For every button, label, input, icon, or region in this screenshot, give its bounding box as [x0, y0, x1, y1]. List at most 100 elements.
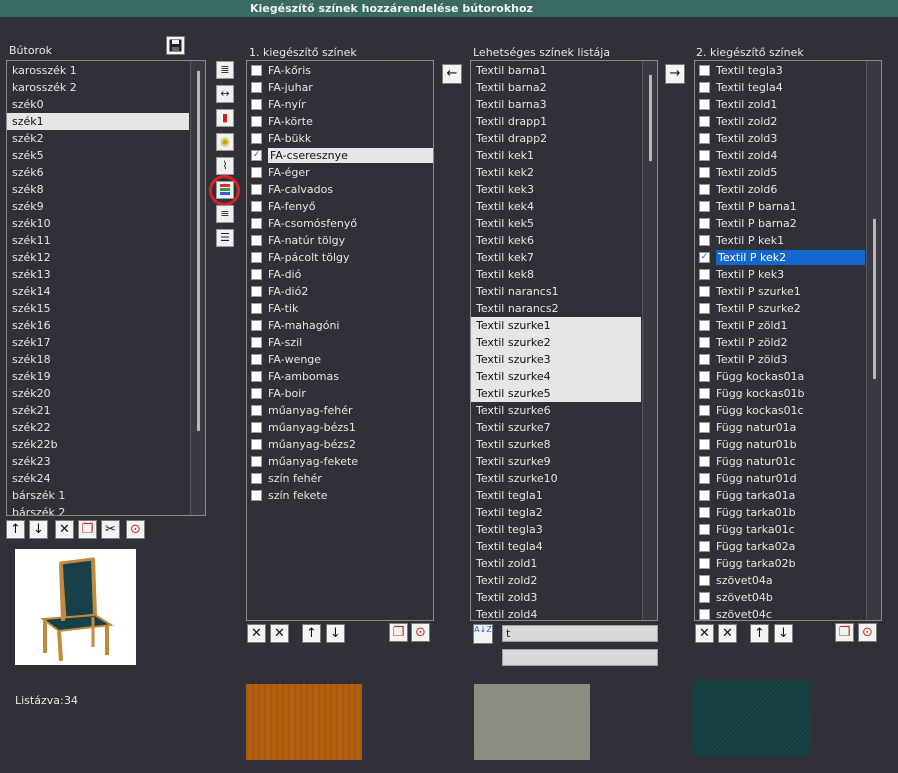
available-list-item[interactable]: Textil zold1	[471, 555, 641, 572]
list2-item[interactable]: Textil tegla3	[695, 62, 865, 79]
scroll-thumb[interactable]	[649, 75, 652, 161]
checkbox[interactable]	[251, 439, 262, 450]
checkbox[interactable]	[699, 184, 710, 195]
available-list-item[interactable]: Textil szurke5	[471, 385, 641, 402]
available-list-item[interactable]: Textil barna1	[471, 62, 641, 79]
furniture-list-item[interactable]: szék9	[7, 198, 189, 215]
furniture-list-item[interactable]: szék1	[7, 113, 189, 130]
furniture-list-item[interactable]: karosszék 1	[7, 62, 189, 79]
checkbox[interactable]	[251, 490, 262, 501]
available-list-item[interactable]: Textil zold2	[471, 572, 641, 589]
list1-item[interactable]: FA-wenge	[247, 351, 433, 368]
list1-item[interactable]: műanyag-bézs1	[247, 419, 433, 436]
furniture-list-item[interactable]: bárszék 2	[7, 504, 189, 515]
checkbox[interactable]	[251, 269, 262, 280]
checkbox[interactable]	[699, 456, 710, 467]
list2-item[interactable]: Függ tarka01c	[695, 521, 865, 538]
list2-scrollbar[interactable]	[866, 61, 881, 620]
checkbox[interactable]	[251, 82, 262, 93]
checkbox[interactable]	[251, 201, 262, 212]
furniture-list-item[interactable]: szék17	[7, 334, 189, 351]
checkbox[interactable]	[251, 337, 262, 348]
furniture-list-item[interactable]: bárszék 1	[7, 487, 189, 504]
available-list-item[interactable]: Textil zold3	[471, 589, 641, 606]
furniture-list-item[interactable]: szék18	[7, 351, 189, 368]
sort-button[interactable]: A↓Z	[473, 624, 493, 644]
checkbox[interactable]	[699, 133, 710, 144]
list2-item[interactable]: Textil P zöld3	[695, 351, 865, 368]
checkbox[interactable]	[251, 286, 262, 297]
available-list-item[interactable]: Textil kek6	[471, 232, 641, 249]
available-list-item[interactable]: Textil kek2	[471, 164, 641, 181]
list1-checkbox-list[interactable]: szín fekete szín fehér műanyag-fekete műany…	[246, 60, 434, 621]
list2-item[interactable]: Textil zold2	[695, 113, 865, 130]
lines-icon-button[interactable]: ≡	[216, 205, 234, 223]
list1-item[interactable]: FA-éger	[247, 164, 433, 181]
list1-item[interactable]: FA-boir	[247, 385, 433, 402]
checkbox[interactable]	[699, 422, 710, 433]
furniture-list-item[interactable]: szék11	[7, 232, 189, 249]
delete-button[interactable]: ✕	[55, 520, 74, 539]
available-list-item[interactable]: Textil tegla2	[471, 504, 641, 521]
furniture-list-item[interactable]: szék22	[7, 419, 189, 436]
list2-item[interactable]: Függ kockas01b	[695, 385, 865, 402]
checkbox[interactable]: ✓	[251, 150, 262, 161]
checkbox[interactable]	[699, 303, 710, 314]
available-colors-list[interactable]: Textil zold4 Textil zold3 Textil zold2 Text…	[470, 60, 658, 621]
list2-item[interactable]: Textil P szurke2	[695, 300, 865, 317]
list2-item[interactable]: Textil zold3	[695, 130, 865, 147]
available-list-item[interactable]: Textil kek3	[471, 181, 641, 198]
available-list-item[interactable]: Textil szurke3	[471, 351, 641, 368]
list2-item[interactable]: Függ kockas01c	[695, 402, 865, 419]
available-list-item[interactable]: Textil kek1	[471, 147, 641, 164]
list1-target-button[interactable]: ⊙	[411, 623, 430, 642]
document-icon-button[interactable]: ▮	[216, 109, 234, 127]
list1-item[interactable]: FA-mahagóni	[247, 317, 433, 334]
checkbox[interactable]	[251, 218, 262, 229]
available-list-item[interactable]: Textil szurke6	[471, 402, 641, 419]
list-icon-button[interactable]: ☰	[216, 229, 234, 247]
save-button[interactable]	[166, 36, 185, 55]
list2-checkbox-list[interactable]: szövet04c szövet04b szövet04a Függ tarka02b…	[694, 60, 882, 621]
list1-item[interactable]: FA-dió2	[247, 283, 433, 300]
available-list-item[interactable]: Textil szurke10	[471, 470, 641, 487]
checkbox[interactable]: ✓	[699, 252, 710, 263]
list2-item[interactable]: Függ tarka02b	[695, 555, 865, 572]
checkbox[interactable]	[251, 184, 262, 195]
list1-item[interactable]: FA-bükk	[247, 130, 433, 147]
scroll-thumb[interactable]	[873, 219, 876, 379]
available-list-item[interactable]: Textil kek5	[471, 215, 641, 232]
list2-item[interactable]: Textil P barna2	[695, 215, 865, 232]
list1-item[interactable]: FA-pácolt tölgy	[247, 249, 433, 266]
checkbox[interactable]	[699, 167, 710, 178]
checkbox[interactable]	[251, 456, 262, 467]
list1-item[interactable]: FA-körte	[247, 113, 433, 130]
available-list-item[interactable]: Textil szurke7	[471, 419, 641, 436]
available-list-item[interactable]: Textil szurke2	[471, 334, 641, 351]
furniture-list-item[interactable]: szék0	[7, 96, 189, 113]
list1-item[interactable]: FA-natúr tölgy	[247, 232, 433, 249]
scroll-thumb[interactable]	[197, 71, 200, 431]
furniture-list-item[interactable]: szék5	[7, 147, 189, 164]
checkbox[interactable]	[699, 524, 710, 535]
furniture-list-item[interactable]: szék21	[7, 402, 189, 419]
furniture-list-item[interactable]: szék12	[7, 249, 189, 266]
checkbox[interactable]	[699, 541, 710, 552]
list2-down-button[interactable]: ↓	[774, 624, 793, 643]
list1-down-button[interactable]: ↓	[326, 624, 345, 643]
checkbox[interactable]	[699, 490, 710, 501]
list1-item[interactable]: FA-csomósfenyő	[247, 215, 433, 232]
available-list-item[interactable]: Textil szurke4	[471, 368, 641, 385]
list2-copy-button[interactable]: ❐	[835, 623, 854, 642]
list2-item[interactable]: Textil P kek3	[695, 266, 865, 283]
list2-item[interactable]: szövet04b	[695, 589, 865, 606]
list1-item[interactable]: FA-kőris	[247, 62, 433, 79]
furniture-list-item[interactable]: szék19	[7, 368, 189, 385]
list2-clear-button[interactable]: ✕	[695, 624, 714, 643]
checkbox[interactable]	[251, 303, 262, 314]
list1-item[interactable]: FA-szil	[247, 334, 433, 351]
furniture-list-item[interactable]: szék22b	[7, 436, 189, 453]
target-button[interactable]: ⊙	[126, 520, 145, 539]
checkbox[interactable]	[699, 507, 710, 518]
available-list-item[interactable]: Textil zold4	[471, 606, 641, 620]
